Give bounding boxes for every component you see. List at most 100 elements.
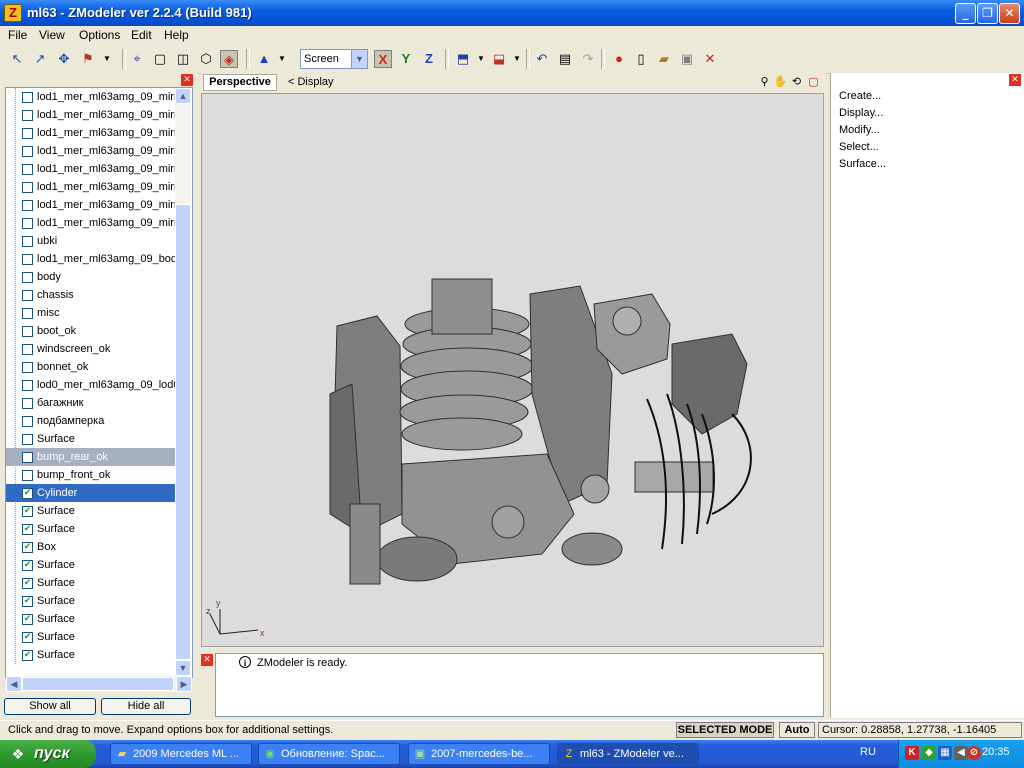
visibility-checkbox[interactable] [22, 326, 33, 337]
auto-mode-indicator[interactable]: Auto [779, 722, 815, 738]
tree-item[interactable]: ✔ Surface [6, 520, 176, 538]
object-mode-icon[interactable]: ⬡ [197, 50, 215, 68]
visibility-checkbox[interactable] [22, 128, 33, 139]
select-dropdown-icon[interactable]: ▼ [98, 50, 116, 68]
3d-viewport[interactable]: x y z [201, 93, 824, 647]
visibility-checkbox[interactable] [22, 254, 33, 265]
vertex-mode-icon[interactable]: ⌖ [128, 50, 146, 68]
space-select[interactable]: Screen ▼ [300, 49, 368, 69]
visibility-checkbox[interactable] [22, 272, 33, 283]
tree-item[interactable]: lod1_mer_ml63amg_09_mirr. [6, 142, 176, 160]
tree-item[interactable]: ✔ Surface [6, 646, 176, 664]
security-alert-icon[interactable]: ⊘ [967, 746, 981, 760]
visibility-checkbox[interactable]: ✔ [22, 596, 33, 607]
selected-mode-indicator[interactable]: SELECTED MODE [676, 722, 774, 738]
tree-item[interactable]: ✔ Surface [6, 556, 176, 574]
visibility-checkbox[interactable]: ✔ [22, 524, 33, 535]
visibility-checkbox[interactable] [22, 146, 33, 157]
import-dropdown-icon[interactable]: ▼ [472, 50, 490, 68]
tree-item[interactable]: ubki [6, 232, 176, 250]
volume-icon[interactable]: ◀ [954, 746, 968, 760]
tree-item[interactable]: lod1_mer_ml63amg_09_mirr. [6, 88, 176, 106]
visibility-checkbox[interactable]: ✔ [22, 488, 33, 499]
tree-item[interactable]: ✔ Surface [6, 628, 176, 646]
visibility-checkbox[interactable] [22, 308, 33, 319]
hide-all-button[interactable]: Hide all [101, 698, 191, 715]
export-icon[interactable]: ⬓ [490, 50, 508, 68]
visibility-checkbox[interactable] [22, 344, 33, 355]
visibility-checkbox[interactable] [22, 380, 33, 391]
maximize-viewport-icon[interactable]: ▢ [806, 75, 821, 90]
command-select[interactable]: Select... [839, 141, 879, 153]
app-icon[interactable]: Z [4, 4, 22, 22]
rotate-view-icon[interactable]: ⟲ [789, 75, 804, 90]
tree-item[interactable]: lod1_mer_ml63amg_09_bod. [6, 250, 176, 268]
tree-item[interactable]: ✔ Cylinder [6, 484, 176, 502]
visibility-checkbox[interactable] [22, 290, 33, 301]
tree-item[interactable]: багажник [6, 394, 176, 412]
tree-item[interactable]: lod1_mer_ml63amg_09_mirr. [6, 160, 176, 178]
visibility-checkbox[interactable]: ✔ [22, 650, 33, 661]
open-folder-icon[interactable]: ▰ [655, 50, 673, 68]
close-icon[interactable]: ✕ [181, 74, 193, 86]
menu-view[interactable]: View [39, 28, 65, 42]
tree-item[interactable]: bump_front_ok [6, 466, 176, 484]
tree-item[interactable]: misc [6, 304, 176, 322]
record-icon[interactable]: ● [610, 50, 628, 68]
tab-perspective[interactable]: Perspective [203, 74, 277, 91]
tree-item[interactable]: chassis [6, 286, 176, 304]
visibility-checkbox[interactable] [22, 182, 33, 193]
visibility-checkbox[interactable]: ✔ [22, 542, 33, 553]
redo-icon[interactable]: ↷ [579, 50, 597, 68]
box-mode-icon[interactable]: ◈ [220, 50, 238, 68]
task-update[interactable]: ◉ Обновление: Spac... [258, 743, 400, 765]
delete-icon[interactable]: ✕ [701, 50, 719, 68]
face-mode-icon[interactable]: ◫ [174, 50, 192, 68]
tree-item[interactable]: lod1_mer_ml63amg_09_mirr. [6, 214, 176, 232]
visibility-checkbox[interactable] [22, 398, 33, 409]
tree-item[interactable]: ✔ Box [6, 538, 176, 556]
move-icon[interactable]: ✥ [55, 50, 73, 68]
select-mode-icon[interactable]: ⚑ [79, 50, 97, 68]
visibility-checkbox[interactable] [22, 110, 33, 121]
command-display[interactable]: Display... [839, 107, 883, 119]
tree-item[interactable]: lod1_mer_ml63amg_09_mirr. [6, 106, 176, 124]
restore-button[interactable]: ❐ [977, 3, 998, 24]
save-icon[interactable]: ▣ [678, 50, 696, 68]
task-mercedes-image[interactable]: ▣ 2007-mercedes-be... [408, 743, 550, 765]
show-all-button[interactable]: Show all [4, 698, 96, 715]
undo-icon[interactable]: ↶ [533, 50, 551, 68]
tree-item[interactable]: bump_rear_ok [6, 448, 176, 466]
history-icon[interactable]: ▤ [556, 50, 574, 68]
visibility-checkbox[interactable] [22, 434, 33, 445]
zoom-icon[interactable]: ⚲ [757, 75, 772, 90]
close-icon[interactable]: ✕ [201, 654, 213, 666]
axis-dropdown-icon[interactable]: ▼ [273, 50, 291, 68]
menu-help[interactable]: Help [164, 28, 189, 42]
visibility-checkbox[interactable] [22, 200, 33, 211]
edge-mode-icon[interactable]: ▢ [151, 50, 169, 68]
task-mercedes-ml[interactable]: ▰ 2009 Mercedes ML ... [110, 743, 252, 765]
visibility-checkbox[interactable] [22, 92, 33, 103]
tree-scroll-thumb[interactable] [175, 204, 191, 660]
tree-hscroll-thumb[interactable] [22, 677, 174, 691]
visibility-checkbox[interactable]: ✔ [22, 506, 33, 517]
tree-item[interactable]: ✔ Surface [6, 574, 176, 592]
task-zmodeler[interactable]: Z ml63 - ZModeler ve... [557, 743, 699, 765]
close-button[interactable]: ✕ [999, 3, 1020, 24]
tree-item[interactable]: body [6, 268, 176, 286]
visibility-checkbox[interactable] [22, 416, 33, 427]
tree-item[interactable]: boot_ok [6, 322, 176, 340]
tree-item[interactable]: lod1_mer_ml63amg_09_mirr. [6, 124, 176, 142]
visibility-checkbox[interactable] [22, 362, 33, 373]
menu-options[interactable]: Options [79, 28, 120, 42]
minimize-button[interactable]: _ [955, 3, 976, 24]
scroll-down-icon[interactable]: ▼ [175, 660, 191, 676]
visibility-checkbox[interactable]: ✔ [22, 614, 33, 625]
tree-item[interactable]: Surface [6, 430, 176, 448]
visibility-checkbox[interactable]: ✔ [22, 632, 33, 643]
select-object-icon[interactable]: ↖ [8, 50, 26, 68]
visibility-checkbox[interactable] [22, 218, 33, 229]
tree-item[interactable]: windscreen_ok [6, 340, 176, 358]
export-dropdown-icon[interactable]: ▼ [508, 50, 526, 68]
